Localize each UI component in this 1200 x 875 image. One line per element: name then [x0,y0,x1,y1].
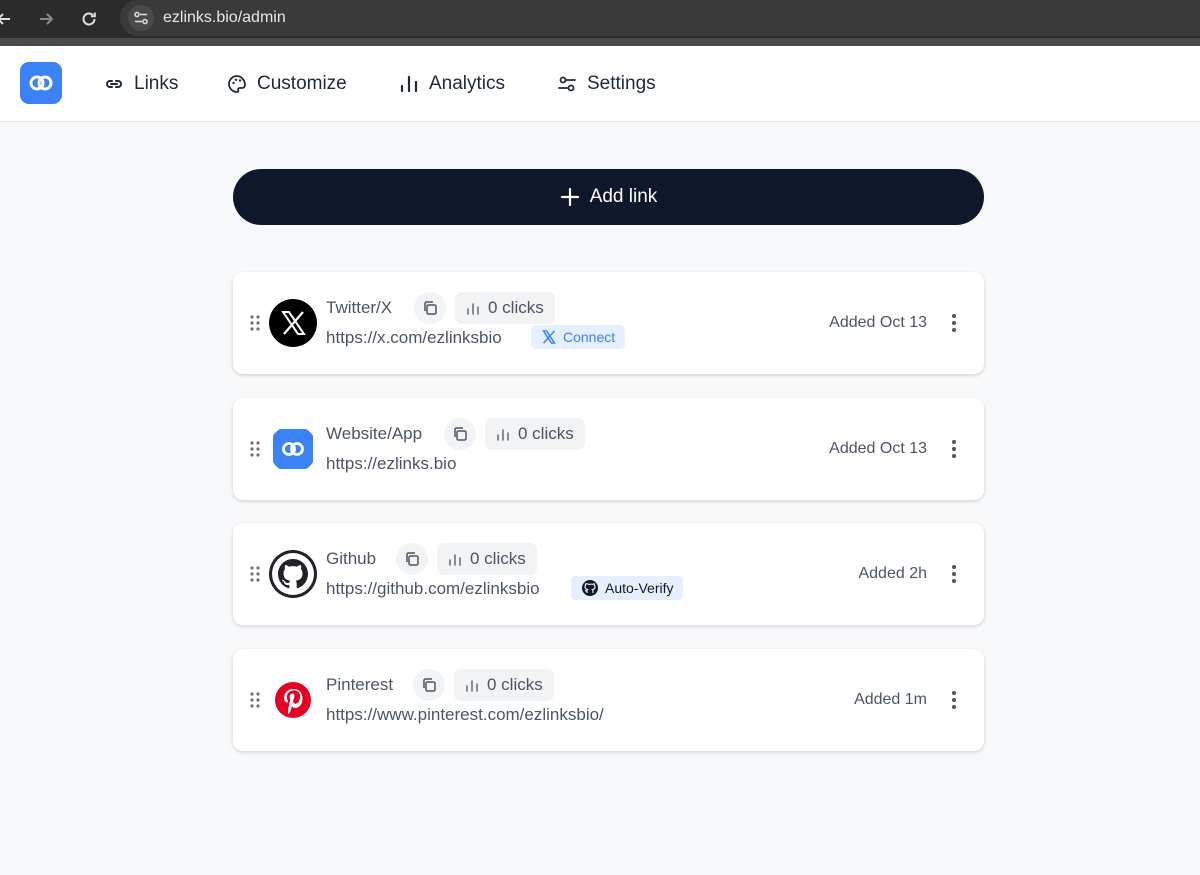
kebab-icon [952,314,956,332]
clicks-count: 0 clicks [470,549,526,568]
forward-button[interactable] [34,7,58,31]
drag-handle-icon[interactable] [250,692,260,708]
auto-verify-label: Auto-Verify [605,580,674,596]
clicks-count: 0 clicks [487,675,543,694]
link-avatar [269,676,317,724]
link-card-github[interactable]: Github 0 clicks https://github.com/ezlin… [233,523,984,625]
nav-links-label: Links [134,73,179,94]
clicks-count: 0 clicks [518,424,574,443]
pinterest-logo-icon [275,682,311,718]
connect-button[interactable]: Connect [531,325,626,349]
site-settings-button[interactable] [128,5,154,31]
tune-icon [134,11,148,25]
bar-chart-icon [400,75,418,93]
clicks-badge[interactable]: 0 clicks [455,292,555,324]
added-date: Added 1m [854,691,927,708]
palette-icon [228,75,246,93]
link-title: Twitter/X [326,298,393,317]
app-header: Links Customize Analytics Settings [0,46,1200,122]
added-date: Added Oct 13 [829,440,927,457]
bar-chart-icon [497,429,509,441]
more-options-button[interactable] [946,311,962,335]
copy-icon [424,301,437,315]
address-bar[interactable]: ezlinks.bio/admin [120,0,1200,36]
bar-chart-icon [449,554,461,566]
bar-chart-icon [466,680,478,692]
copy-link-button[interactable] [414,292,446,324]
drag-handle-icon[interactable] [250,315,260,331]
reload-icon [82,12,96,26]
clicks-badge[interactable]: 0 clicks [485,418,585,450]
app-logo[interactable] [20,62,62,104]
back-button[interactable] [0,7,16,31]
kebab-icon [952,691,956,709]
link-url: https://ezlinks.bio [326,454,457,473]
plus-icon [560,187,579,207]
copy-link-button[interactable] [413,669,445,701]
copy-link-button[interactable] [444,418,476,450]
github-logo-icon [272,553,314,595]
added-date: Added Oct 13 [829,314,927,331]
nav-settings-label: Settings [587,73,656,94]
nav-customize[interactable]: Customize [227,46,347,122]
copy-icon [454,427,467,441]
add-link-label: Add link [589,186,658,207]
add-link-button[interactable]: Add link [233,169,984,225]
added-date: Added 2h [858,565,927,582]
link-icon [106,80,122,88]
link-title: Pinterest [326,675,394,694]
browser-divider [0,38,1200,46]
x-logo-icon [542,330,556,344]
copy-icon [423,678,436,692]
clicks-count: 0 clicks [488,298,544,317]
drag-handle-icon[interactable] [250,441,260,457]
link-title: Github [326,549,377,568]
bar-chart-icon [467,303,479,315]
ezlinks-logo-icon [282,442,304,456]
link-url: https://x.com/ezlinksbio [326,328,502,347]
more-options-button[interactable] [946,437,962,461]
link-card-pinterest[interactable]: Pinterest 0 clicks https://www.pinterest… [233,649,984,751]
link-avatar [269,299,317,347]
arrow-right-icon [40,13,54,25]
github-logo-icon [582,580,598,596]
browser-toolbar: ezlinks.bio/admin [0,0,1200,38]
sliders-icon [558,76,576,92]
ezlinks-logo-icon [29,75,53,91]
link-url: https://github.com/ezlinksbio [326,579,540,598]
auto-verify-button[interactable]: Auto-Verify [571,576,684,600]
connect-label: Connect [563,329,616,345]
copy-link-button[interactable] [396,543,428,575]
link-card-website[interactable]: Website/App 0 clicks https://ezlinks.bio… [233,398,984,500]
link-title: Website/App [326,424,423,443]
link-avatar [269,425,317,473]
more-options-button[interactable] [946,562,962,586]
kebab-icon [952,565,956,583]
nav-settings[interactable]: Settings [557,46,656,122]
arrow-left-icon [0,13,10,25]
reload-button[interactable] [77,7,101,31]
nav-analytics-label: Analytics [429,73,506,94]
nav-links[interactable]: Links [104,46,178,122]
nav-analytics[interactable]: Analytics [399,46,505,122]
kebab-icon [952,440,956,458]
more-options-button[interactable] [946,688,962,712]
clicks-badge[interactable]: 0 clicks [437,543,537,575]
link-avatar [269,550,317,598]
link-url: https://www.pinterest.com/ezlinksbio/ [326,705,604,724]
clicks-badge[interactable]: 0 clicks [454,669,554,701]
url-text: ezlinks.bio/admin [163,9,286,26]
link-card-twitter[interactable]: Twitter/X 0 clicks https://x.com/ezlinks… [233,272,984,374]
x-logo-icon [281,311,306,335]
drag-handle-icon[interactable] [250,566,260,582]
ezlinks-logo-tile [273,429,313,469]
nav-customize-label: Customize [257,73,347,94]
copy-icon [406,552,419,566]
